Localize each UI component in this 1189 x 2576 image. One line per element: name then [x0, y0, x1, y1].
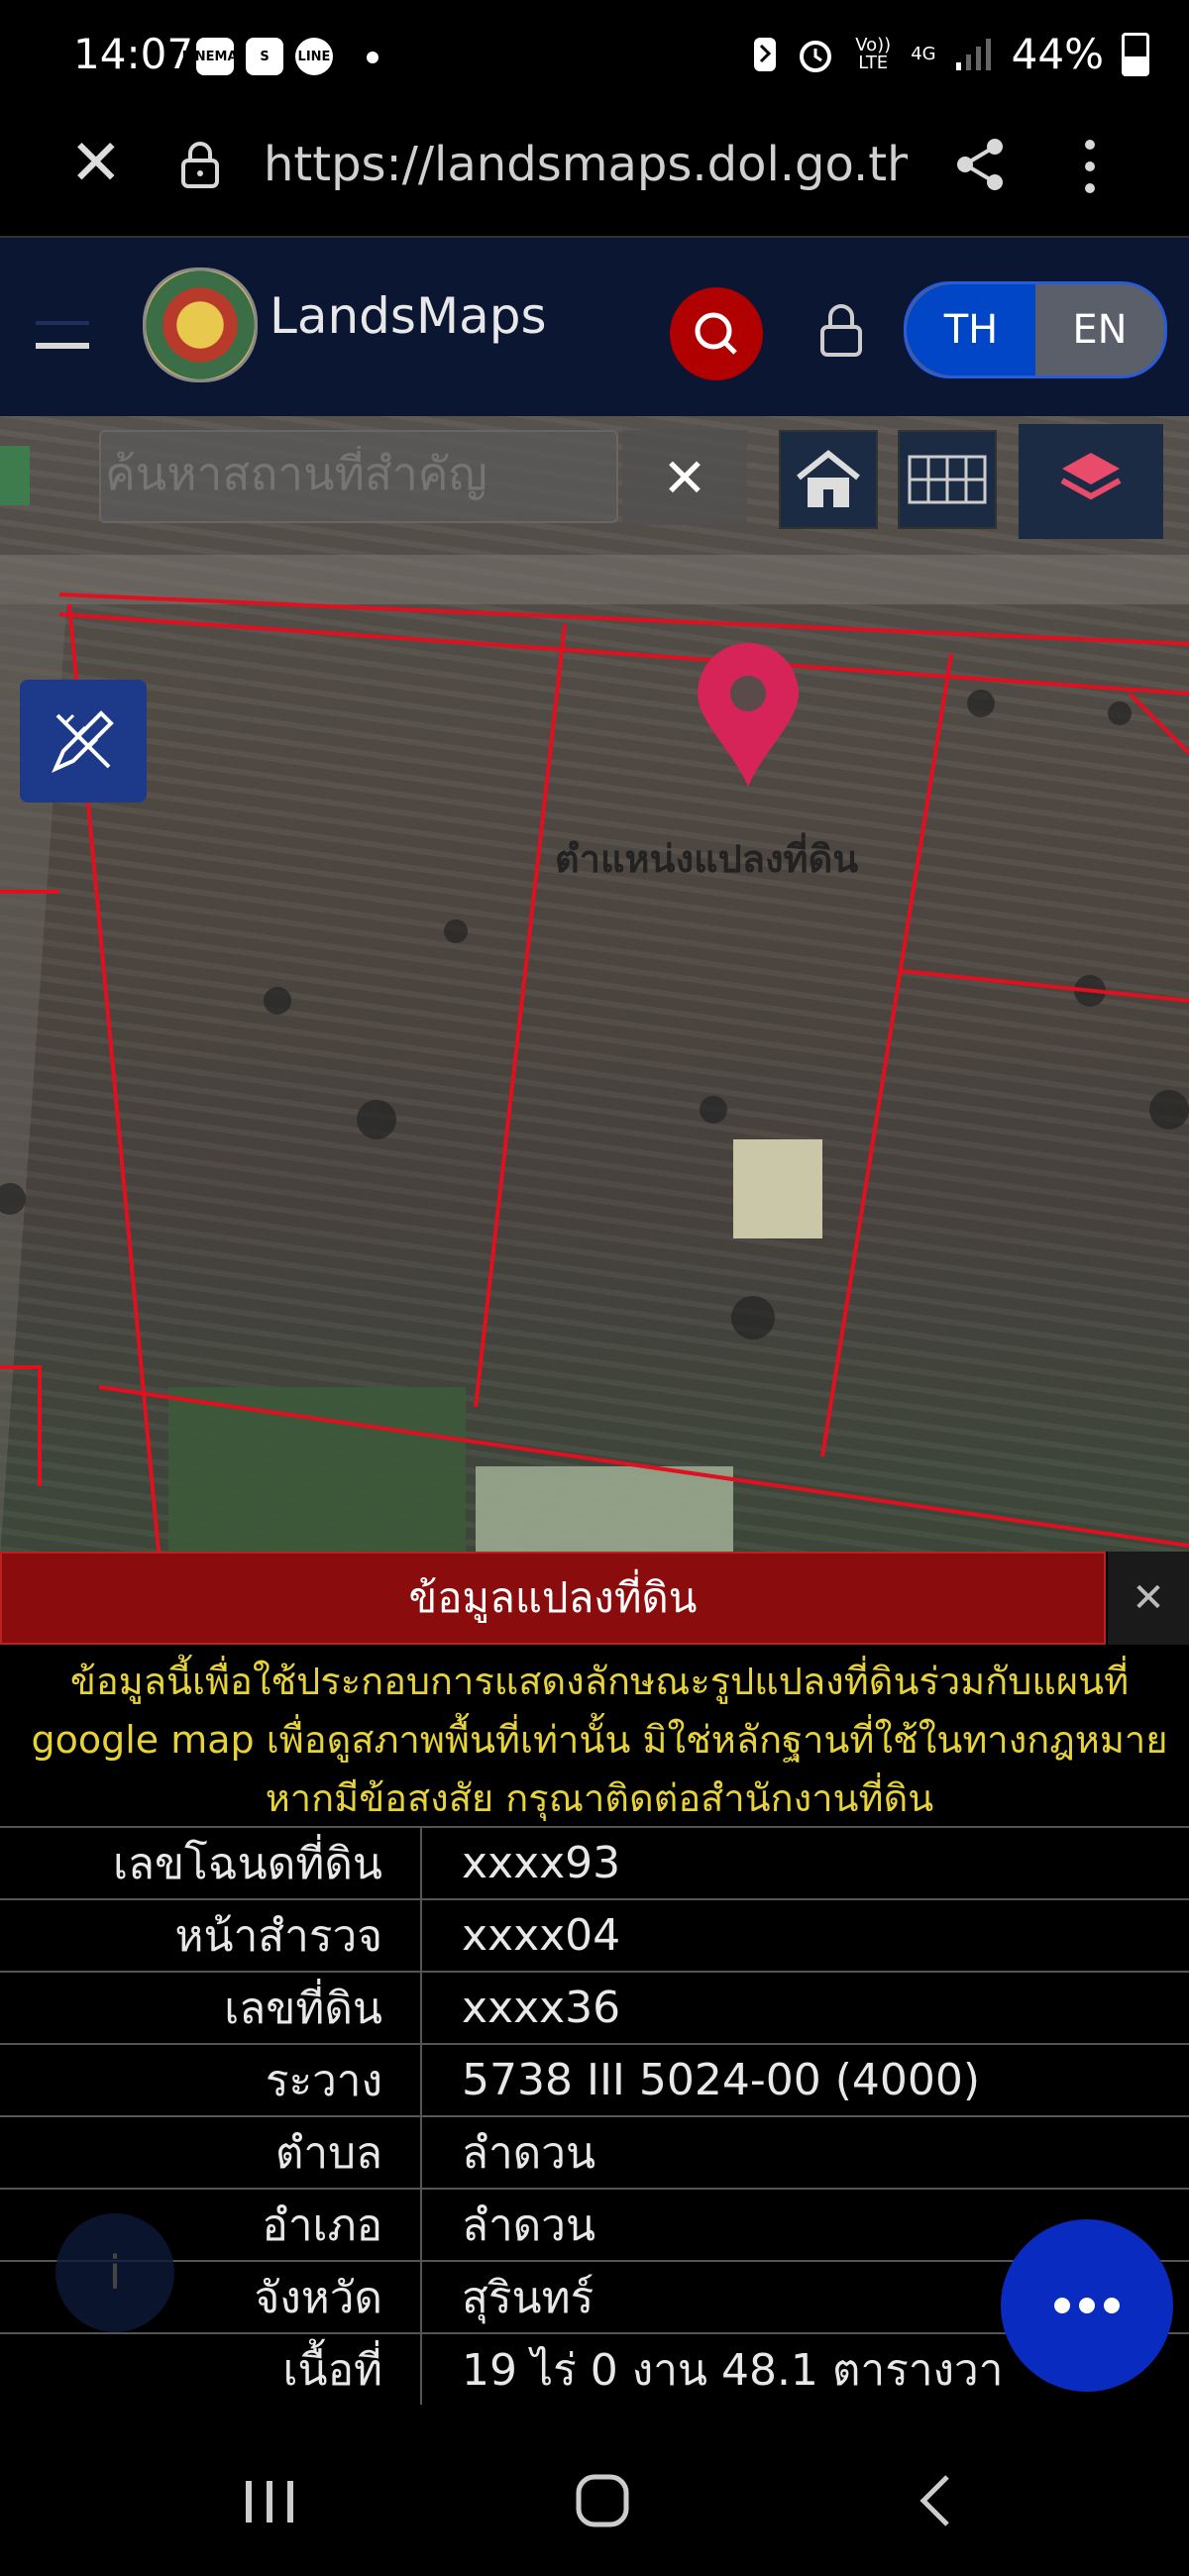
notification-dot: [367, 52, 378, 63]
search-button[interactable]: [670, 287, 763, 380]
home-nav-icon[interactable]: [573, 2471, 632, 2530]
info-button[interactable]: i: [55, 2213, 174, 2332]
row-value: 5738 III 5024-00 (4000): [421, 2043, 1189, 2116]
menu-icon[interactable]: [36, 319, 89, 351]
dol-logo: [143, 268, 258, 382]
layers-button[interactable]: [1019, 424, 1163, 539]
lang-en-button[interactable]: EN: [1035, 284, 1164, 376]
status-right: Vo)) LTE 4G 44%: [752, 30, 1149, 78]
table-row: เลขโฉนดที่ดิน xxxx93: [0, 1826, 1189, 1899]
row-label: เลขที่ดิน: [0, 1971, 422, 2044]
signal-icon: [955, 38, 991, 70]
battery-icon: [1122, 32, 1149, 76]
row-value: xxxx93: [421, 1826, 1189, 1899]
battery-fill: [1125, 55, 1146, 73]
row-label: ระวาง: [0, 2043, 422, 2116]
table-row: อำเภอ ลำดวน: [0, 2188, 1189, 2261]
nfc-icon: [754, 37, 777, 71]
lineman-app-icon: LINEMAN: [182, 38, 248, 75]
more-vertical-icon[interactable]: [1080, 137, 1100, 196]
volte-indicator: Vo)) LTE: [855, 34, 892, 73]
field-pond: [733, 1139, 822, 1238]
layers-icon: [1060, 453, 1122, 500]
table-row: ระวาง 5738 III 5024-00 (4000): [0, 2043, 1189, 2116]
row-label: เนื้อที่: [0, 2332, 422, 2405]
disclaimer-text: ข้อมูลนี้เพื่อใช้ประกอบการแสดงลักษณะรูปแ…: [31, 1660, 1168, 1820]
language-toggle: TH EN: [904, 281, 1167, 378]
pond: [168, 1387, 466, 1552]
grid-button[interactable]: [898, 430, 997, 529]
draw-tools-button[interactable]: [20, 680, 147, 803]
panel-title: ข้อมูลแปลงที่ดิน: [0, 1552, 1106, 1645]
table-row: เลขที่ดิน xxxx36: [0, 1971, 1189, 2044]
row-value: xxxx36: [421, 1971, 1189, 2044]
recents-icon[interactable]: [242, 2477, 297, 2526]
trees: [0, 690, 1189, 1340]
satellite-map[interactable]: [0, 416, 1189, 1552]
field-pond: [0, 446, 30, 505]
row-label: หน้าสำรวจ: [0, 1898, 422, 1972]
panel-close-button[interactable]: ✕: [1108, 1552, 1189, 1645]
table-row: หน้าสำรวจ xxxx04: [0, 1898, 1189, 1972]
row-label: เลขโฉนดที่ดิน: [0, 1826, 422, 1899]
lock-icon: [181, 142, 219, 188]
row-label: ตำบล: [0, 2115, 422, 2189]
pond: [476, 1466, 733, 1552]
row-value: ลำดวน: [421, 2115, 1189, 2189]
road: [0, 555, 1189, 604]
app-title: LandsMaps: [270, 287, 547, 345]
login-lock-icon[interactable]: [818, 301, 864, 359]
status-time: 14:07: [73, 30, 194, 78]
clear-search-button[interactable]: ✕: [622, 430, 747, 525]
pencil-ruler-icon: [52, 710, 114, 773]
close-icon[interactable]: ✕: [69, 129, 123, 198]
home-icon: [797, 450, 860, 507]
alarm-icon: [800, 40, 832, 72]
back-icon[interactable]: [916, 2473, 955, 2528]
grid-icon: [908, 455, 987, 504]
url-field[interactable]: https://landsmaps.dol.go.th/#: [264, 137, 908, 192]
row-value: xxxx04: [421, 1898, 1189, 1972]
map-search-input[interactable]: [103, 446, 602, 501]
location-pin-icon[interactable]: [694, 642, 803, 791]
table-row: ตำบล ลำดวน: [0, 2115, 1189, 2189]
share-icon[interactable]: [951, 135, 1011, 194]
more-actions-button[interactable]: [1001, 2219, 1173, 2392]
network-4g-indicator: 4G: [911, 43, 936, 64]
parcel-boundaries: [0, 446, 1189, 1552]
lang-th-button[interactable]: TH: [907, 284, 1035, 376]
pin-label: ตำแหน่งแปลงที่ดิน: [555, 837, 859, 881]
battery-percent: 44%: [1011, 30, 1104, 78]
more-horizontal-icon: [1054, 2298, 1120, 2313]
line-app-icon: LINE: [295, 38, 333, 75]
search-icon: [695, 312, 737, 355]
shopee-app-icon: S: [246, 38, 283, 75]
home-button[interactable]: [779, 430, 878, 529]
